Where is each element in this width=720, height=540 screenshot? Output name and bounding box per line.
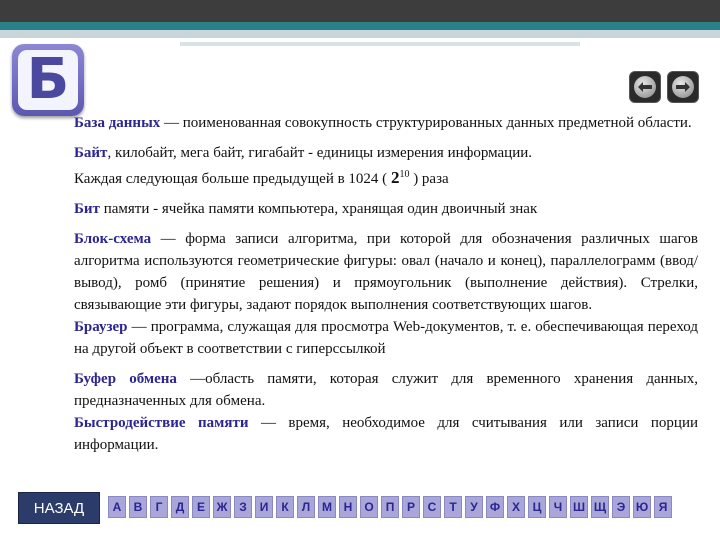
alphabet-letter-button[interactable]: З [234,496,252,518]
glossary-entry: Бит памяти - ячейка памяти компьютера, х… [74,198,698,220]
alphabet-letter-button[interactable]: О [360,496,378,518]
glossary-entry: Буфер обмена —область памяти, которая сл… [74,368,698,412]
alphabet-letter-button[interactable]: Х [507,496,525,518]
glossary-entry: База данных — поименованная совокупность… [74,112,698,134]
alphabet-letter-button[interactable]: Л [297,496,315,518]
glossary-definition: Каждая следующая больше предыдущей в 102… [74,171,391,187]
alphabet-letter-button[interactable]: Е [192,496,210,518]
alphabet-letter-button[interactable]: Г [150,496,168,518]
glossary-definition: — форма записи алгоритма, при которой дл… [74,231,698,313]
alphabet-letter-button[interactable]: М [318,496,336,518]
glossary-definition: — программа, служащая для просмотра Web-… [74,319,698,357]
glossary-entry: Блок-схема — форма записи алгоритма, при… [74,228,698,316]
glossary-term-link[interactable]: Браузер [74,319,128,335]
glossary-content: База данных — поименованная совокупность… [74,112,698,456]
alphabet-letter-button[interactable]: У [465,496,483,518]
glossary-term-link[interactable]: Бит [74,201,100,217]
alphabet-letter-button[interactable]: Т [444,496,462,518]
glossary-definition: памяти - ячейка памяти компьютера, храня… [99,201,538,217]
glossary-term-link[interactable]: База данных [74,115,160,131]
alphabet-letter-button[interactable]: К [276,496,294,518]
alphabet-letter-button[interactable]: А [108,496,126,518]
alphabet-letter-button[interactable]: С [423,496,441,518]
glossary-entry: Быстродействие памяти — время, необходим… [74,412,698,456]
section-letter-badge: Б [12,44,84,116]
next-slide-button[interactable] [668,72,698,102]
alphabet-letter-button[interactable]: Ю [633,496,651,518]
alphabet-letter-button[interactable]: В [129,496,147,518]
alphabet-letter-button[interactable]: Д [171,496,189,518]
alphabet-letter-button[interactable]: Ж [213,496,231,518]
alphabet-letter-button[interactable]: Ф [486,496,504,518]
glossary-entry-continuation: Каждая следующая больше предыдущей в 102… [74,164,698,190]
arrow-left-icon [634,76,656,98]
alphabet-letter-button[interactable]: Щ [591,496,609,518]
top-bar-accent [0,22,720,30]
glossary-definition: — поименованная совокупность структуриро… [160,115,692,131]
glossary-term-link[interactable]: Байт [74,145,107,161]
alphabet-letter-button[interactable]: Я [654,496,672,518]
top-bar-line [0,30,720,38]
alphabet-letter-button[interactable]: Ц [528,496,546,518]
glossary-term-link[interactable]: Блок-схема [74,231,151,247]
glossary-definition: , килобайт, мега байт, гигабайт - единиц… [107,145,533,161]
alphabet-letter-button[interactable]: П [381,496,399,518]
alphabet-letter-button[interactable]: Р [402,496,420,518]
glossary-entry: Браузер — программа, служащая для просмо… [74,316,698,360]
alphabet-letter-button[interactable]: Н [339,496,357,518]
previous-slide-button[interactable] [630,72,660,102]
power-exponent: 10 [399,169,410,180]
alphabet-letter-button[interactable]: Ш [570,496,588,518]
glossary-entry: Байт, килобайт, мега байт, гигабайт - ед… [74,142,698,164]
glossary-definition: ) раза [409,171,449,187]
top-bar-line-secondary [180,42,580,46]
glossary-term-link[interactable]: Быстродействие памяти [74,415,249,431]
alphabet-letter-button[interactable]: И [255,496,273,518]
top-bar [0,0,720,22]
alphabet-letter-button[interactable]: Ч [549,496,567,518]
arrow-right-icon [672,76,694,98]
alphabet-nav: АВГДЕЖЗИКЛМНОПРСТУФХЦЧШЩЭЮЯ [108,496,672,518]
back-button[interactable]: НАЗАД [18,492,100,524]
glossary-term-link[interactable]: Буфер обмена [74,371,177,387]
section-letter: Б [18,50,78,110]
alphabet-letter-button[interactable]: Э [612,496,630,518]
